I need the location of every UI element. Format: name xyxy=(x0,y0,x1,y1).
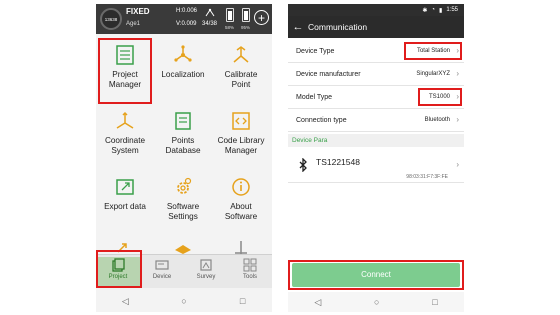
add-icon[interactable]: + xyxy=(254,10,269,25)
connect-highlight xyxy=(288,260,464,290)
back-nav-button[interactable]: ◁ xyxy=(115,296,135,307)
device-type-highlight xyxy=(404,42,462,60)
tile-label: About Software xyxy=(224,202,258,221)
device-name: TS1221548 xyxy=(316,157,360,167)
row-value: Bluetooth xyxy=(424,117,450,123)
h-precision: H:0.006 xyxy=(176,8,198,14)
battery-2-percent: 95% xyxy=(241,25,251,30)
left-phone-screen: 13638 FIXED Age1 H:0.006 V:0.009 34/38 5… xyxy=(96,4,272,312)
points-database-tile[interactable]: Points Database xyxy=(154,110,212,156)
device-mac: 98:03:31:F7:3F:FE xyxy=(406,174,448,180)
satellite-count-badge: 13638 xyxy=(100,8,122,30)
fix-status: FIXED xyxy=(126,7,150,16)
tile-label: Code Library Manager xyxy=(217,136,265,155)
code-library-tile[interactable]: Code Library Manager xyxy=(212,110,270,156)
tile-label: Points Database xyxy=(165,136,201,155)
tile-label: Coordinate System xyxy=(104,136,146,155)
system-navigation-bar: ◁ ○ □ xyxy=(96,290,272,312)
about-software-icon xyxy=(232,178,250,196)
battery-1-icon xyxy=(226,8,234,22)
tab-tools[interactable]: Tools xyxy=(228,257,272,287)
connection-type-row[interactable]: Connection type Bluetooth › xyxy=(288,109,464,132)
tab-tools-label: Tools xyxy=(242,274,257,280)
project-manager-highlight xyxy=(98,38,152,104)
tab-device-label: Device xyxy=(152,274,172,280)
v-precision: V:0.009 xyxy=(176,21,197,27)
localization-tile[interactable]: Localization xyxy=(154,44,212,80)
about-software-tile[interactable]: About Software xyxy=(212,176,270,222)
partial-tool-icon xyxy=(235,241,247,254)
tab-survey-label: Survey xyxy=(196,274,216,280)
page-title: Communication xyxy=(308,22,368,32)
software-settings-icon xyxy=(177,177,192,194)
tile-label: Software Settings xyxy=(166,202,200,221)
calibrate-point-icon xyxy=(233,46,249,63)
coordinate-system-tile[interactable]: Coordinate System xyxy=(96,110,154,156)
age-label: Age1 xyxy=(126,21,141,27)
software-settings-tile[interactable]: Software Settings xyxy=(154,176,212,222)
device-para-section: Device Para xyxy=(288,134,464,147)
localization-icon xyxy=(174,45,192,62)
recent-nav-button[interactable]: □ xyxy=(233,296,253,306)
bluetooth-status-icon: ✱ xyxy=(422,7,428,14)
tile-label: Localization xyxy=(161,70,205,79)
home-nav-button[interactable]: ○ xyxy=(174,296,194,306)
export-data-tile[interactable]: Export data xyxy=(96,176,154,212)
tools-tab-icon xyxy=(243,258,257,272)
code-library-icon xyxy=(232,112,250,130)
system-navigation-bar: ◁ ○ □ xyxy=(288,292,464,312)
battery-status-icon: ▮ xyxy=(439,7,443,14)
device-manufacturer-row[interactable]: Device manufacturer SingularXYZ › xyxy=(288,63,464,86)
recent-nav-button[interactable]: □ xyxy=(432,297,437,307)
tile-label: Calibrate Point xyxy=(224,70,258,89)
survey-tab-icon xyxy=(200,259,212,271)
partial-layers-icon xyxy=(175,245,191,254)
row-label: Device Type xyxy=(296,48,335,55)
coordinate-system-icon xyxy=(116,111,134,129)
battery-1-percent: 58% xyxy=(225,25,235,30)
bluetooth-device-item[interactable]: TS1221548 98:03:31:F7:3F:FE › xyxy=(288,147,464,183)
chevron-right-icon: › xyxy=(456,160,459,169)
satellites-used: 34/38 xyxy=(202,21,218,27)
device-tab-icon xyxy=(155,260,169,270)
back-arrow-icon[interactable]: ← xyxy=(288,21,308,33)
bluetooth-icon xyxy=(299,158,307,172)
tab-survey[interactable]: Survey xyxy=(184,257,228,287)
app-bar: ← Communication xyxy=(288,16,464,38)
gnss-status-header: 13638 FIXED Age1 H:0.006 V:0.009 34/38 5… xyxy=(96,4,272,34)
right-phone-screen: ✱ ◔ ▮ 1:55 ← Communication Device Type T… xyxy=(288,4,464,312)
home-nav-button[interactable]: ○ xyxy=(374,297,379,307)
row-label: Connection type xyxy=(296,117,347,124)
clock: 1:55 xyxy=(446,7,458,13)
row-value: SingularXYZ xyxy=(416,71,450,77)
export-data-icon xyxy=(116,179,134,195)
project-tab-highlight xyxy=(96,250,142,288)
chevron-right-icon: › xyxy=(456,69,459,78)
row-label: Model Type xyxy=(296,94,333,101)
tile-label: Export data xyxy=(104,202,146,211)
battery-2-icon xyxy=(242,8,250,22)
row-label: Device manufacturer xyxy=(296,71,361,78)
wifi-status-icon: ◔ xyxy=(431,7,435,13)
points-database-icon xyxy=(175,112,191,130)
calibrate-point-tile[interactable]: Calibrate Point xyxy=(212,44,270,90)
satellite-dish-icon xyxy=(205,8,215,17)
back-nav-button[interactable]: ◁ xyxy=(314,297,321,308)
model-type-highlight xyxy=(418,88,462,106)
chevron-right-icon: › xyxy=(456,115,459,124)
tab-device[interactable]: Device xyxy=(140,257,184,287)
status-bar: ✱ ◔ ▮ 1:55 xyxy=(288,4,464,16)
